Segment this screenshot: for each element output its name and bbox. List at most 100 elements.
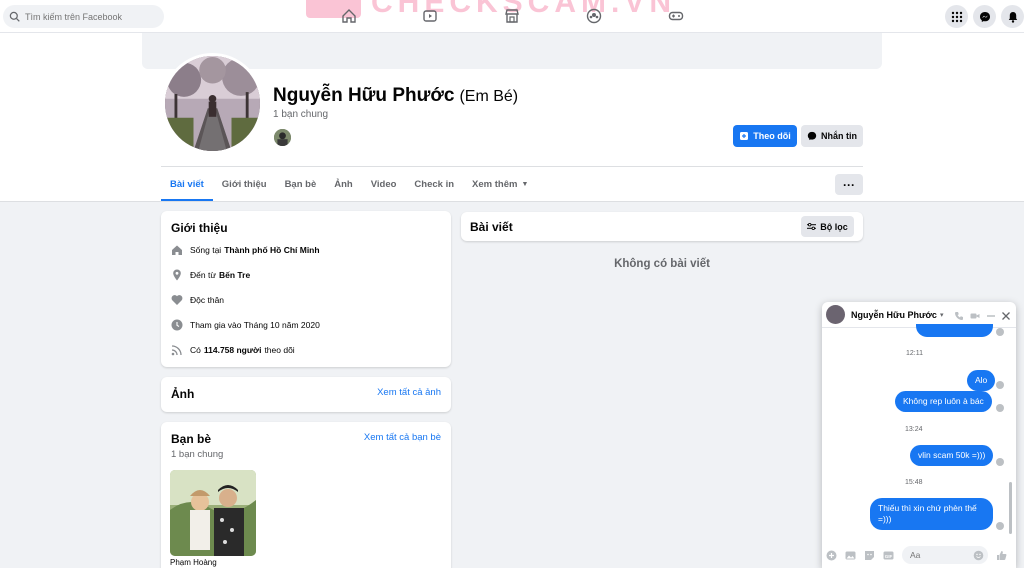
chevron-down-icon[interactable]: ▾ [940, 311, 944, 319]
groups-icon[interactable] [586, 8, 602, 24]
chat-message-bubble: Không rep luôn à bác [895, 391, 992, 412]
location-pin-icon [173, 269, 181, 281]
intro-joined: Tham gia vào Tháng 10 năm 2020 [171, 319, 320, 331]
chat-footer: GIF [822, 542, 1016, 568]
heart-icon [171, 295, 183, 305]
friend-photo[interactable] [170, 470, 256, 556]
watch-icon[interactable] [422, 8, 438, 24]
tab-photos[interactable]: Ảnh [325, 167, 361, 201]
profile-name-line: Nguyễn Hữu Phước (Em Bé) [273, 85, 518, 107]
gif-icon[interactable]: GIF [883, 550, 894, 561]
filter-button-label: Bộ lọc [820, 221, 848, 232]
like-thumb-icon[interactable] [996, 550, 1007, 561]
intro-from-value[interactable]: Bến Tre [219, 270, 250, 280]
tab-friends[interactable]: Bạn bè [276, 167, 326, 201]
rss-followers-icon [171, 345, 182, 356]
intro-lives-value[interactable]: Thành phố Hồ Chí Minh [224, 245, 319, 255]
search-input[interactable] [25, 11, 155, 22]
friend-photo-image [170, 470, 256, 556]
home-icon [172, 245, 182, 255]
seen-indicator [996, 522, 1004, 530]
tab-label: Bài viết [170, 178, 204, 190]
chat-message-line: =))) [878, 514, 892, 524]
intro-title: Giới thiệu [171, 221, 228, 235]
video-call-icon[interactable] [970, 310, 980, 320]
filter-button[interactable]: Bộ lọc [801, 216, 854, 237]
tab-videos[interactable]: Video [362, 167, 406, 201]
chat-message-line: Thiếu thì xin chứ phèn thế [878, 503, 977, 513]
posts-card: Bài viết Bộ lọc [461, 212, 863, 241]
intro-from-prefix: Đến từ [190, 270, 217, 280]
minimize-icon[interactable] [986, 310, 996, 320]
no-posts-message: Không có bài viết [614, 258, 710, 270]
message-button-label: Nhắn tin [821, 131, 857, 141]
intro-from: Đến từ Bến Tre [171, 269, 253, 281]
posts-title: Bài viết [470, 220, 513, 234]
home-icon[interactable] [341, 8, 357, 24]
profile-avatar[interactable] [162, 53, 263, 154]
friends-card: Bạn bè Xem tất cả bạn bè 1 bạn chung Phạ… [161, 422, 451, 568]
search-box[interactable] [3, 5, 164, 28]
phone-icon[interactable] [954, 310, 964, 320]
plus-circle-icon[interactable] [826, 550, 837, 561]
profile-photo-image [165, 56, 260, 151]
mutual-friend-avatar[interactable] [273, 128, 292, 147]
tab-posts[interactable]: Bài viết [161, 167, 213, 201]
chat-message-bubble-multiline: Thiếu thì xin chứ phèn thế =))) [870, 498, 993, 530]
clock-icon [171, 319, 183, 331]
intro-relationship: Độc thân [171, 294, 224, 306]
search-icon [9, 11, 20, 22]
chat-message-bubble: vlin scam 50k =))) [910, 445, 994, 466]
profile-nickname: (Em Bé) [459, 88, 519, 105]
intro-lives-in: Sống tại Thành phố Hồ Chí Minh [171, 244, 323, 256]
seen-indicator [996, 404, 1004, 412]
chat-message-bubble-partial [916, 324, 993, 337]
see-all-photos-link[interactable]: Xem tất cả ảnh [377, 387, 441, 398]
photos-card: Ảnh Xem tất cả ảnh [161, 377, 451, 412]
message-button[interactable]: Nhắn tin [801, 125, 863, 147]
intro-followers-value[interactable]: 114.758 người [204, 345, 262, 355]
mutual-friends-count[interactable]: 1 bạn chung [273, 109, 328, 120]
intro-card: Giới thiệu Sống tại Thành phố Hồ Chí Min… [161, 211, 451, 367]
watermark-text: CHECKSCAM.VN [371, 0, 677, 19]
chat-message-bubble: Alo [967, 370, 996, 391]
follow-button[interactable]: Theo dõi [733, 125, 797, 147]
seen-indicator [996, 328, 1004, 336]
profile-header: Nguyễn Hữu Phước (Em Bé) 1 bạn chung The… [0, 33, 1024, 202]
notifications-icon[interactable] [1001, 5, 1024, 28]
sticker-icon[interactable] [864, 550, 875, 561]
gaming-icon[interactable] [668, 8, 684, 24]
tab-about[interactable]: Giới thiệu [213, 167, 276, 201]
chat-scrollbar[interactable] [1009, 482, 1012, 534]
profile-name: Nguyễn Hữu Phước [273, 85, 455, 106]
chat-timestamp: 12:11 [906, 350, 923, 357]
tab-check-in[interactable]: Check in [405, 167, 463, 201]
marketplace-icon[interactable] [504, 8, 520, 24]
messenger-icon [807, 131, 817, 141]
emoji-icon[interactable] [973, 550, 984, 561]
close-icon[interactable] [1001, 310, 1011, 320]
follow-button-label: Theo dõi [753, 131, 791, 141]
chat-contact-name[interactable]: Nguyễn Hữu Phước [851, 310, 937, 320]
tab-label: Xem thêm [472, 178, 518, 190]
tab-label: Ảnh [334, 178, 353, 190]
intro-joined-text: Tham gia vào Tháng 10 năm 2020 [190, 320, 320, 330]
follow-icon [740, 132, 749, 140]
friends-subtitle: 1 bạn chung [171, 449, 224, 460]
menu-grid-icon[interactable] [945, 5, 968, 28]
caret-down-icon: ▼ [521, 180, 529, 188]
messenger-icon[interactable] [973, 5, 996, 28]
see-all-friends-link[interactable]: Xem tất cả bạn bè [364, 432, 441, 443]
friend-name[interactable]: Phạm Hoàng [170, 558, 217, 567]
intro-followers-suffix: theo dõi [264, 345, 295, 355]
chat-avatar[interactable] [826, 305, 845, 324]
image-icon[interactable] [845, 550, 856, 561]
more-options-button[interactable]: ··· [835, 174, 863, 195]
tab-label: Video [370, 178, 397, 190]
chat-timestamp: 13:24 [905, 426, 923, 433]
watermark: CHECKSCAM.VN [306, 0, 676, 18]
chat-window: Nguyễn Hữu Phước ▾ 12:11 Alo Không rep l… [822, 302, 1016, 568]
tab-more[interactable]: Xem thêm ▼ [463, 167, 537, 201]
friends-title: Bạn bè [171, 432, 212, 446]
cover-photo-area [142, 33, 882, 69]
